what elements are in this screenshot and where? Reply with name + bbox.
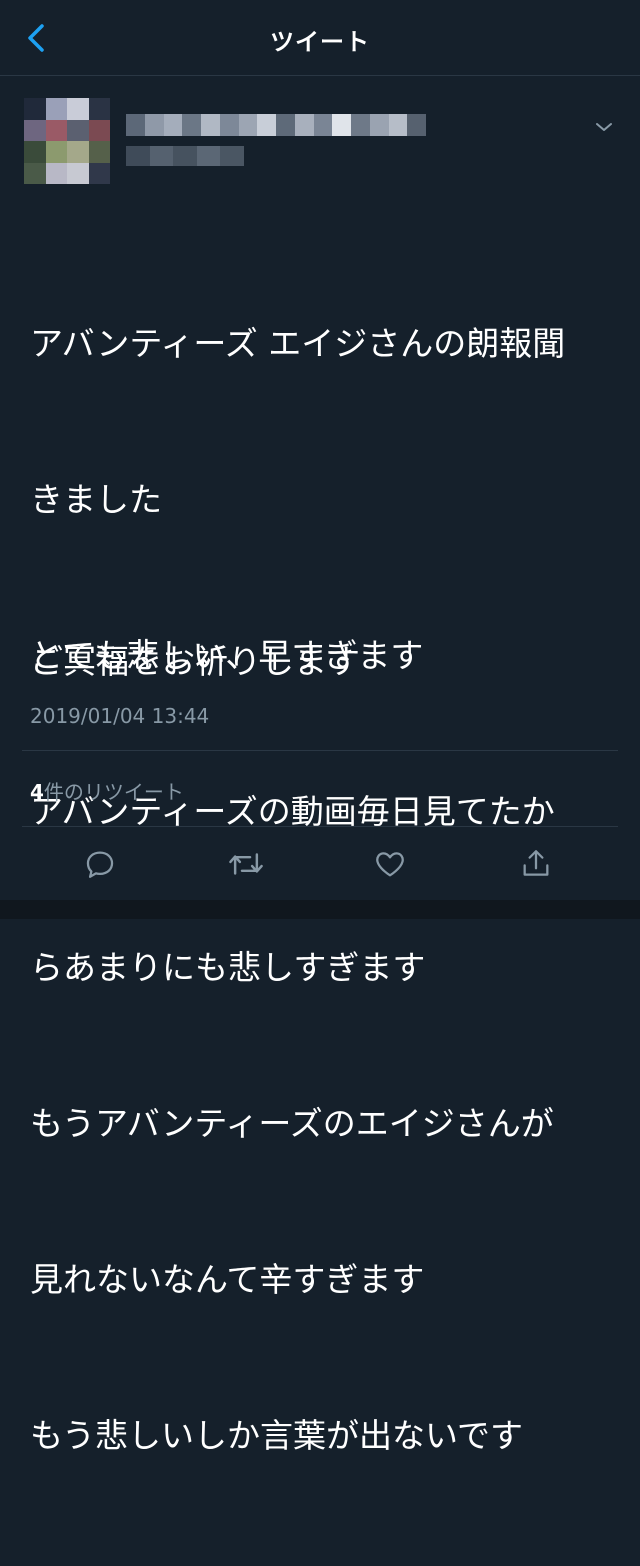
tweet-text-line: らあまりにも悲しすぎます (30, 948, 426, 987)
like-button[interactable] (368, 842, 412, 886)
page-title: ツイート (270, 28, 370, 56)
chevron-down-icon (596, 123, 612, 131)
reply-icon (86, 851, 114, 878)
tweet-text-line: アバンティーズ エイジさんの朗報聞 (30, 324, 566, 363)
retweet-count: 4 (30, 780, 44, 804)
avatar[interactable] (24, 98, 110, 184)
tweet-text-line: もう悲しいしか言葉が出ないです (30, 1416, 524, 1455)
tweet-timestamp[interactable]: 2019/01/04 13:44 (30, 704, 209, 728)
tweet-text-line: 見れないなんて辛すぎます (30, 1260, 425, 1299)
retweet-label: 件のリツイート (43, 780, 184, 804)
share-icon (523, 850, 549, 876)
retweet-button[interactable] (224, 842, 268, 886)
reply-button[interactable] (78, 842, 122, 886)
divider (22, 826, 618, 827)
more-options-button[interactable] (590, 116, 618, 138)
display-name-pixelated[interactable] (126, 114, 426, 136)
retweet-icon (229, 853, 263, 875)
retweet-count-link[interactable]: 4件のリツイート (30, 776, 184, 805)
tweet-actions-bar (0, 842, 640, 902)
tweet-text-line: もうアバンティーズのエイジさんが (30, 1104, 554, 1143)
tweet-text-line: きました (30, 480, 162, 519)
heart-icon (376, 852, 404, 877)
tweet-closing-line: ご冥福をお祈りします (30, 642, 360, 681)
divider (22, 750, 618, 751)
username-pixelated (126, 146, 244, 166)
bottom-bar (0, 900, 640, 919)
top-nav-bar: ツイート (0, 0, 640, 76)
share-button[interactable] (514, 842, 558, 886)
